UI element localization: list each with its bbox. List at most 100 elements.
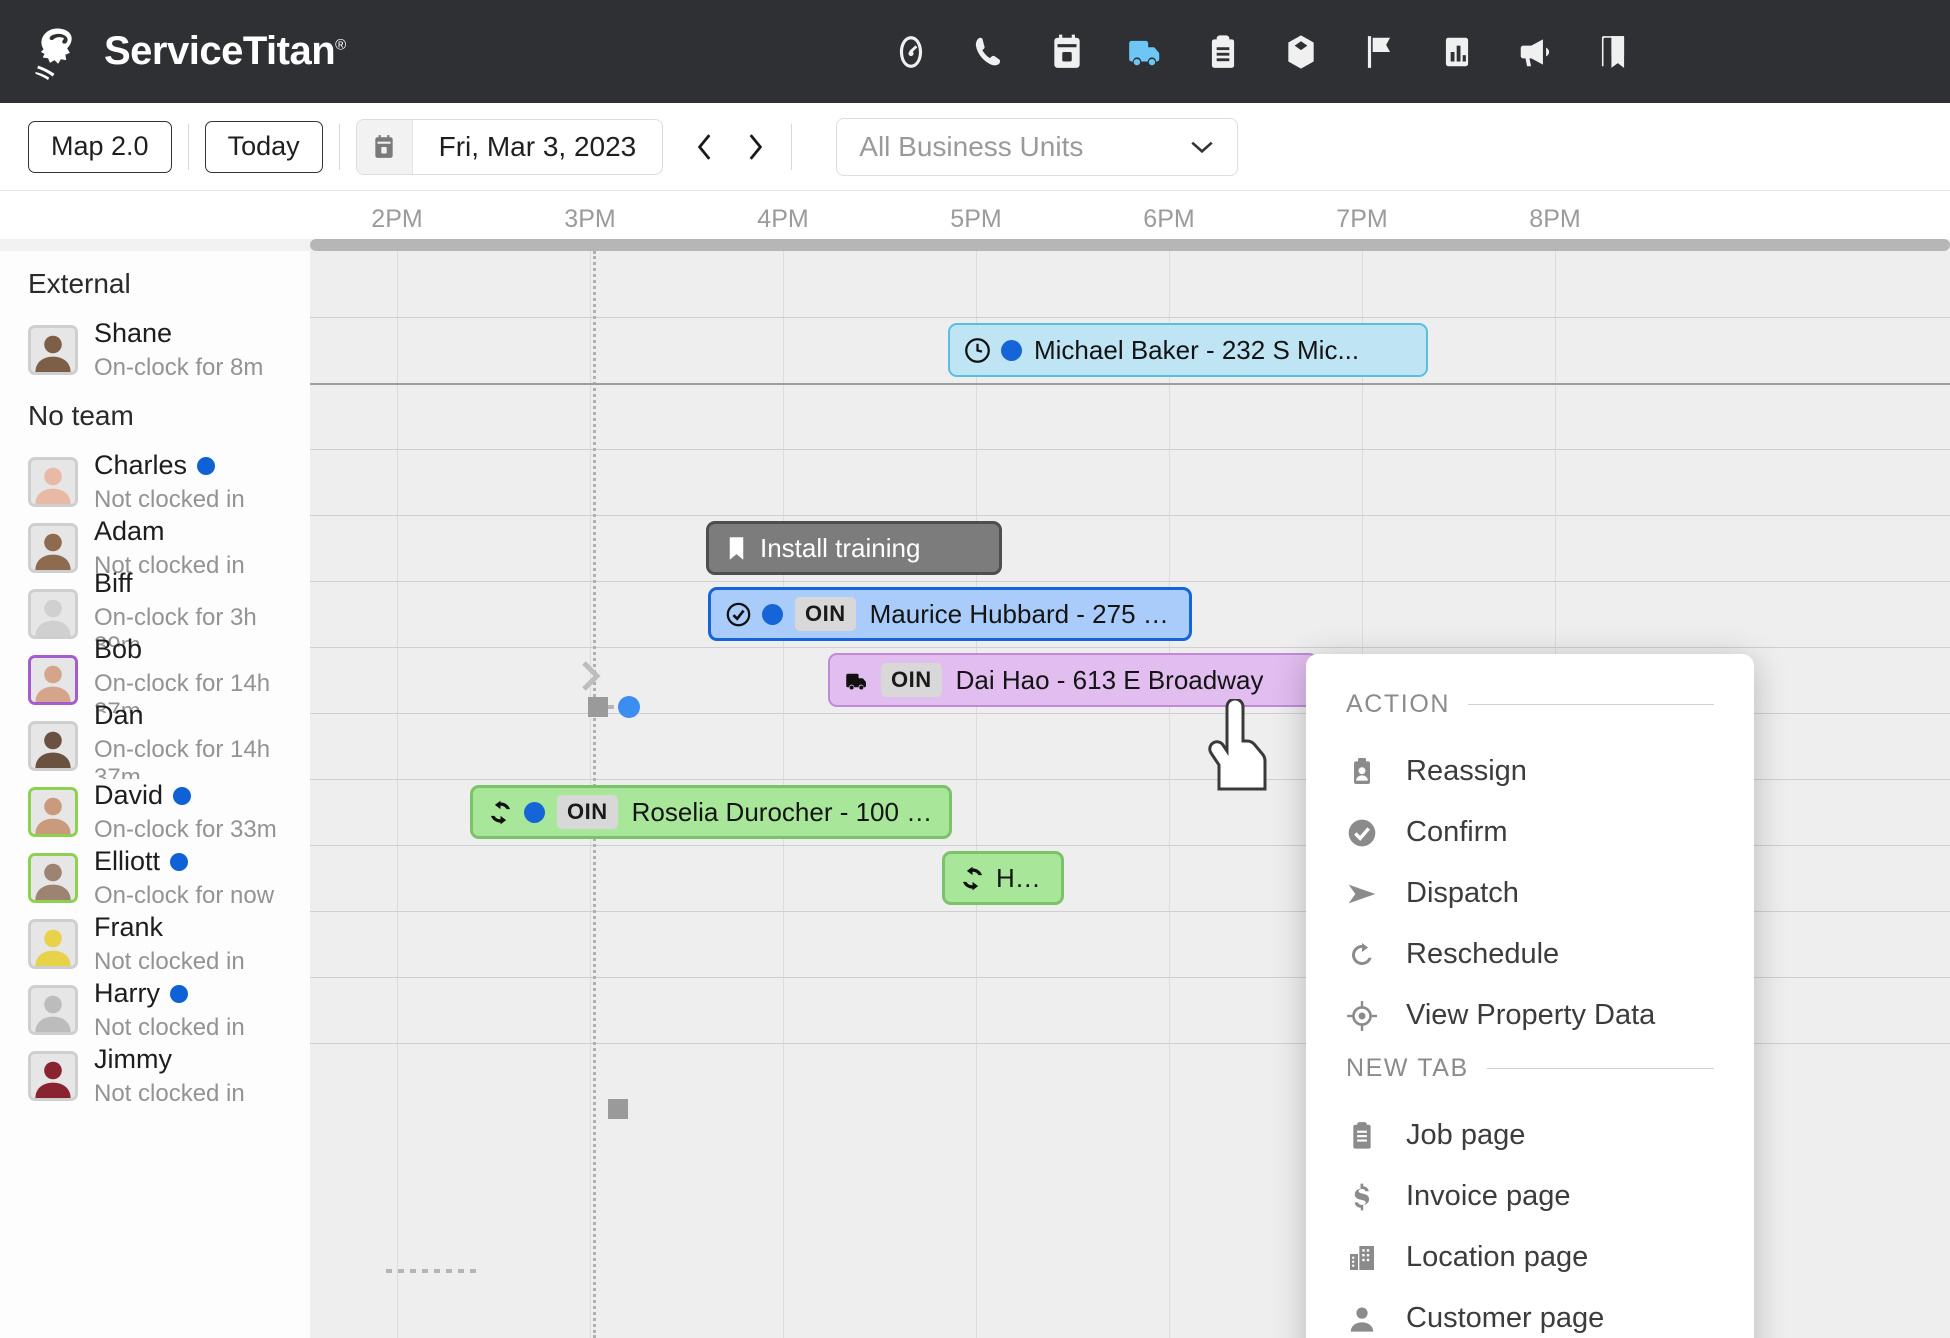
send-icon: [1346, 878, 1392, 910]
today-button[interactable]: Today: [204, 120, 323, 173]
book-icon[interactable]: [1592, 31, 1634, 73]
megaphone-icon[interactable]: [1514, 31, 1556, 73]
context-menu-item-dispatch[interactable]: Dispatch: [1306, 863, 1754, 924]
technician-name-text: Dan: [94, 700, 144, 731]
context-menu-section-label: NEW TAB: [1346, 1054, 1469, 1082]
technician-clock-status: On-clock for 33m: [94, 815, 277, 843]
next-day-button[interactable]: [735, 124, 775, 170]
technician-row-charles[interactable]: Charles Not clocked in: [0, 449, 310, 515]
row-divider: [28, 581, 1950, 582]
technician-name-text: Jimmy: [94, 1044, 172, 1075]
context-menu-item-job-page[interactable]: Job page: [1306, 1105, 1754, 1166]
job-status-dot: [524, 801, 545, 823]
check-circle-filled-icon: [1346, 817, 1392, 849]
technician-clock-status: Not clocked in: [94, 947, 245, 975]
technician-row-harry[interactable]: Harry Not clocked in: [0, 977, 310, 1043]
job-michael-baker[interactable]: Michael Baker - 232 S Mic...: [948, 323, 1428, 377]
avatar: [28, 523, 78, 573]
technician-row-frank[interactable]: Frank Not clocked in: [0, 911, 310, 977]
context-menu-section-header: ACTION: [1306, 690, 1754, 719]
calendar-icon[interactable]: [1046, 31, 1088, 73]
map-2-button[interactable]: Map 2.0: [28, 120, 172, 173]
previous-day-button[interactable]: [685, 124, 725, 170]
job-label: Dai Hao - 613 E Broadway: [955, 664, 1264, 695]
technician-info: Frank Not clocked in: [94, 912, 245, 975]
clipboard-icon[interactable]: [1202, 31, 1244, 73]
flag-icon[interactable]: [1358, 31, 1400, 73]
refresh-icon: [1346, 939, 1392, 971]
context-menu-item-reschedule[interactable]: Reschedule: [1306, 924, 1754, 985]
technician-info: Harry Not clocked in: [94, 978, 245, 1041]
context-menu-item-confirm[interactable]: Confirm: [1306, 802, 1754, 863]
job-status-dot: [762, 603, 783, 625]
technician-name-text: Charles: [94, 450, 188, 481]
technician-clock-status: Not clocked in: [94, 1013, 245, 1041]
brand-logo-area[interactable]: ServiceTitan®: [30, 23, 346, 81]
calendar-picker-icon[interactable]: [356, 119, 413, 174]
context-menu-item-location-page[interactable]: Location page: [1306, 1227, 1754, 1288]
time-tick-label: 7PM: [1336, 205, 1388, 233]
context-menu-item-label: Location page: [1406, 1241, 1589, 1273]
technician-info: Dan On-clock for 14h 37m: [94, 700, 310, 791]
context-menu-item-label: Reschedule: [1406, 938, 1560, 970]
technician-row-dan[interactable]: Dan On-clock for 14h 37m: [0, 700, 310, 791]
servicetitan-logo-icon: [35, 27, 72, 80]
phone-icon[interactable]: [968, 31, 1010, 73]
job-install-training[interactable]: Install training: [706, 521, 1002, 575]
time-tick-label: 2PM: [371, 205, 423, 233]
job-label: Michael Baker - 232 S Mic...: [1034, 334, 1360, 365]
chevron-down-icon: [1191, 141, 1213, 153]
technician-name: Biff: [94, 568, 310, 599]
box-icon[interactable]: [1280, 31, 1322, 73]
technician-name: Elliott: [94, 846, 274, 877]
context-menu-item-view-property-data[interactable]: View Property Data: [1306, 985, 1754, 1046]
avatar: [28, 721, 78, 771]
horizontal-scrollbar-track[interactable]: [0, 239, 1950, 251]
context-menu-item-invoice-page[interactable]: Invoice page: [1306, 1166, 1754, 1227]
clock-icon: [964, 337, 991, 364]
technician-name-text: Bob: [94, 634, 143, 665]
job-roselia-durocher[interactable]: OIN Roselia Durocher - 100 Garfi...: [470, 785, 952, 839]
job-dai-hao[interactable]: OIN Dai Hao - 613 E Broadway: [828, 653, 1318, 707]
job-elliott-ha[interactable]: Ha...: [942, 851, 1064, 905]
avatar: [28, 919, 78, 969]
technician-row-david[interactable]: David On-clock for 33m: [0, 779, 310, 845]
time-tick-label: 8PM: [1529, 205, 1581, 233]
job-context-menu[interactable]: ACTION Reassign Confirm Dispatch Reschedule V…: [1306, 654, 1754, 1338]
building-icon: [1346, 1242, 1392, 1274]
time-tick-label: 4PM: [757, 205, 809, 233]
avatar: [28, 325, 78, 375]
time-tick-label: 5PM: [950, 205, 1002, 233]
technician-status-dot: [197, 456, 216, 475]
technician-name: Frank: [94, 912, 245, 943]
context-menu-item-reassign[interactable]: Reassign: [1306, 741, 1754, 802]
travel-marker-shane: [588, 696, 640, 718]
row-divider: [28, 515, 1950, 516]
job-status-dot: [1001, 339, 1022, 361]
dashboard-icon[interactable]: [890, 31, 932, 73]
technician-name: Charles: [94, 450, 245, 481]
time-tick-label: 6PM: [1143, 205, 1195, 233]
job-oin-badge: OIN: [795, 597, 856, 631]
technician-row-elliott[interactable]: Elliott On-clock for now: [0, 845, 310, 911]
chart-icon[interactable]: [1436, 31, 1478, 73]
technician-name: Adam: [94, 516, 245, 547]
business-unit-select[interactable]: All Business Units: [836, 117, 1239, 176]
technician-row-shane[interactable]: Shane On-clock for 8m: [0, 317, 310, 383]
technician-clock-status: Not clocked in: [94, 1079, 245, 1107]
check-circle-icon: [725, 601, 752, 628]
business-unit-value: All Business Units: [859, 130, 1084, 162]
top-navigation-bar: ServiceTitan®: [0, 0, 1950, 103]
dispatch-toolbar: Map 2.0 Today Fri, Mar 3, 2023 All Busin…: [0, 103, 1950, 191]
context-menu-section-rule: [1486, 1068, 1714, 1069]
brand-name-text: ServiceTitan: [104, 29, 336, 73]
date-picker[interactable]: Fri, Mar 3, 2023: [355, 118, 664, 175]
truck-icon[interactable]: [1124, 31, 1166, 73]
job-maurice-hubbard[interactable]: OIN Maurice Hubbard - 275 S Ra...: [708, 587, 1192, 641]
context-menu-item-customer-page[interactable]: Customer page: [1306, 1288, 1754, 1338]
avatar: [28, 787, 78, 837]
technician-row-jimmy[interactable]: Jimmy Not clocked in: [0, 1043, 310, 1109]
horizontal-scrollbar-thumb[interactable]: [310, 239, 1950, 251]
context-menu-item-label: Customer page: [1406, 1302, 1605, 1334]
technician-name-text: David: [94, 780, 164, 811]
